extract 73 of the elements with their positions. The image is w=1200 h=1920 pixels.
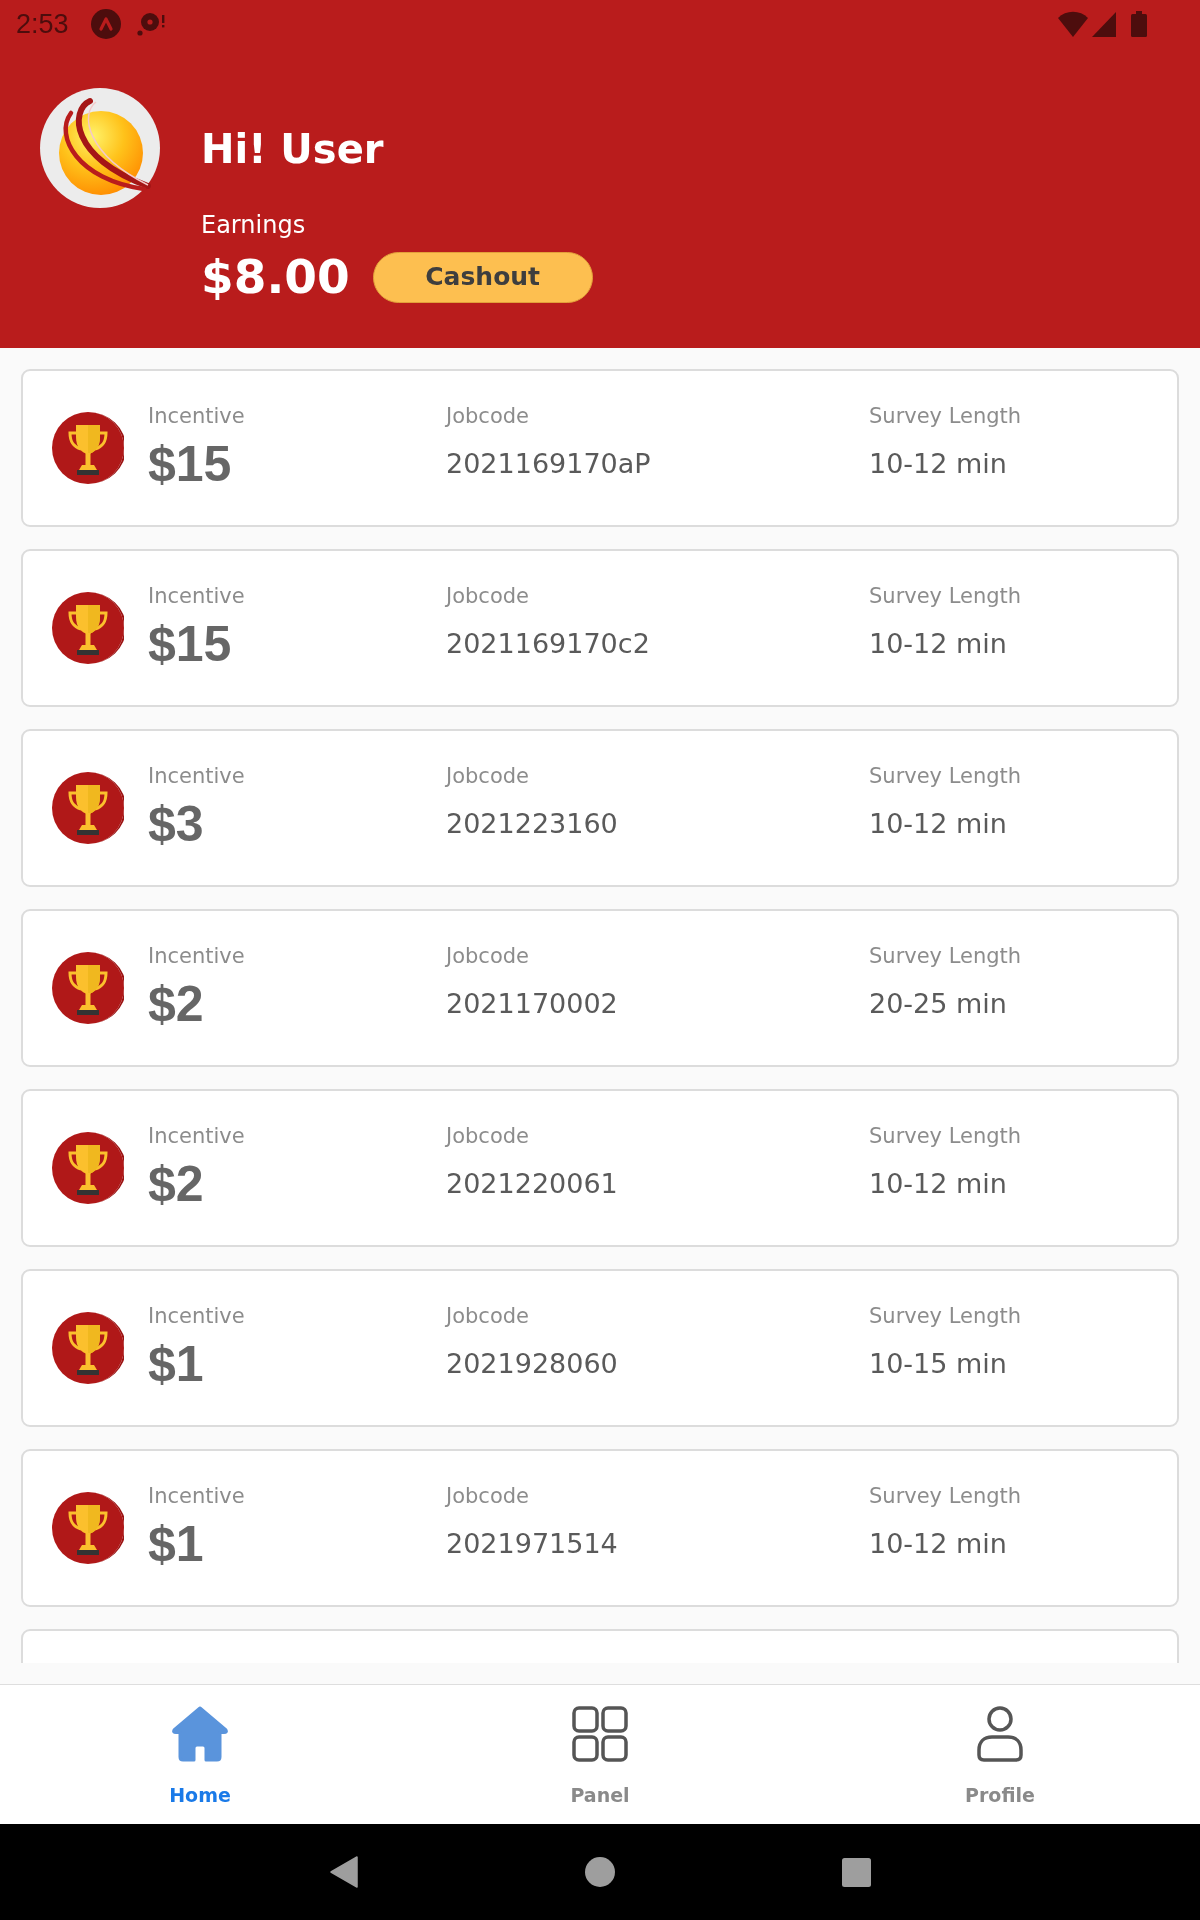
incentive-label: Incentive bbox=[148, 1303, 245, 1329]
wifi-icon bbox=[1058, 11, 1088, 37]
cashout-button[interactable]: Cashout bbox=[372, 251, 593, 303]
survey-length-value: 10-12 min bbox=[869, 1167, 1007, 1201]
survey-length-label: Survey Length bbox=[869, 583, 1022, 609]
incentive-amount: $1 bbox=[148, 1337, 204, 1391]
incentive-label: Incentive bbox=[148, 943, 245, 969]
circle-icon[interactable] bbox=[584, 1857, 615, 1887]
survey-length-label: Survey Length bbox=[869, 1483, 1022, 1509]
disc-icon bbox=[136, 12, 165, 36]
survey-length-value: 10-15 min bbox=[869, 1347, 1007, 1381]
survey-card[interactable]: Incentive $15 Jobcode 2021169170aP Survey Length 10-12 min bbox=[21, 369, 1179, 527]
trophy-icon bbox=[52, 1132, 124, 1204]
jobcode-value: 2021169170c2 bbox=[446, 627, 650, 661]
jobcode-label: Jobcode bbox=[446, 1123, 529, 1149]
incentive-amount: $15 bbox=[148, 617, 232, 671]
incentive-amount: $15 bbox=[148, 437, 232, 491]
grid-icon bbox=[571, 1705, 629, 1763]
jobcode-label: Jobcode bbox=[446, 583, 529, 609]
trophy-icon bbox=[52, 1492, 124, 1564]
trophy-icon bbox=[52, 772, 124, 844]
incentive-amount: $3 bbox=[148, 797, 204, 851]
trophy-icon bbox=[52, 592, 124, 664]
survey-length-value: 10-12 min bbox=[869, 807, 1007, 841]
incentive-amount: $2 bbox=[148, 977, 204, 1031]
caret-circle-icon bbox=[90, 9, 121, 39]
survey-length-label: Survey Length bbox=[869, 1123, 1022, 1149]
nav-tab[interactable]: Home bbox=[169, 1705, 231, 1807]
jobcode-label: Jobcode bbox=[446, 1303, 529, 1329]
incentive-label: Incentive bbox=[148, 583, 245, 609]
survey-card[interactable]: Incentive $3 Jobcode 2021223160 Survey Length 10-12 min bbox=[21, 729, 1179, 887]
battery-icon bbox=[1131, 11, 1147, 37]
survey-length-label: Survey Length bbox=[869, 1303, 1022, 1329]
jobcode-label: Jobcode bbox=[446, 943, 529, 969]
square-icon[interactable] bbox=[841, 1857, 871, 1887]
survey-card[interactable]: Incentive $15 Jobcode 2021169170c2 Survey Length 10-12 min bbox=[21, 549, 1179, 707]
sphere-logo-icon bbox=[40, 88, 160, 208]
jobcode-value: 2021223160 bbox=[446, 807, 618, 841]
jobcode-value: 2021220061 bbox=[446, 1167, 618, 1201]
jobcode-value: 2021170002 bbox=[446, 987, 618, 1021]
trophy-icon bbox=[52, 1312, 124, 1384]
jobcode-value: 2021971514 bbox=[446, 1527, 618, 1561]
incentive-label: Incentive bbox=[148, 1483, 245, 1509]
incentive-label: Incentive bbox=[148, 1123, 245, 1149]
incentive-label: Incentive bbox=[148, 763, 245, 789]
survey-length-value: 10-12 min bbox=[869, 627, 1007, 661]
jobcode-label: Jobcode bbox=[446, 1483, 529, 1509]
survey-length-value: 10-12 min bbox=[869, 447, 1007, 481]
survey-card[interactable]: Incentive $2 Jobcode 2021220061 Survey Length 10-12 min bbox=[21, 1089, 1179, 1247]
earnings-label: Earnings bbox=[201, 210, 306, 240]
earnings-amount: $8.00 bbox=[201, 249, 350, 305]
signal-icon bbox=[1092, 11, 1116, 37]
jobcode-label: Jobcode bbox=[446, 763, 529, 789]
survey-length-value: 10-12 min bbox=[869, 1527, 1007, 1561]
survey-card[interactable]: Incentive $2 Jobcode 2021170002 Survey Length 20-25 min bbox=[21, 909, 1179, 1067]
jobcode-value: 2021928060 bbox=[446, 1347, 618, 1381]
survey-length-value: 20-25 min bbox=[869, 987, 1007, 1021]
survey-card[interactable]: Incentive $1 Jobcode 2021971514 Survey Length 10-12 min bbox=[21, 1449, 1179, 1607]
survey-length-label: Survey Length bbox=[869, 943, 1022, 969]
jobcode-value: 2021169170aP bbox=[446, 447, 651, 481]
greeting-title: Hi! User bbox=[201, 125, 384, 173]
incentive-amount: $1 bbox=[148, 1517, 204, 1571]
jobcode-label: Jobcode bbox=[446, 403, 529, 429]
survey-length-label: Survey Length bbox=[869, 763, 1022, 789]
trophy-icon bbox=[52, 952, 124, 1024]
status-time: 2:53 bbox=[16, 8, 69, 40]
trophy-icon bbox=[52, 412, 124, 484]
back-icon[interactable] bbox=[329, 1856, 358, 1888]
survey-length-label: Survey Length bbox=[869, 403, 1022, 429]
incentive-amount: $2 bbox=[148, 1157, 204, 1211]
incentive-label: Incentive bbox=[148, 403, 245, 429]
home-icon bbox=[171, 1705, 229, 1763]
survey-card[interactable]: Incentive $1 Jobcode 2021928060 Survey Length 10-15 min bbox=[21, 1269, 1179, 1427]
